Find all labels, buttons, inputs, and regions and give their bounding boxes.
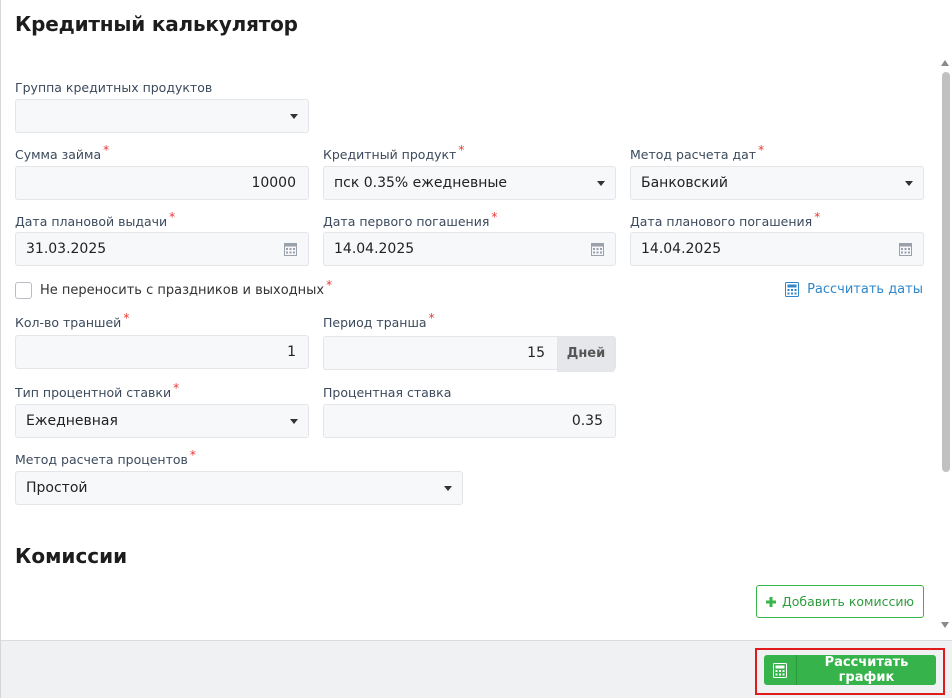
interest-method-label: Метод расчета процентов *: [15, 448, 196, 467]
calculator-icon: [764, 655, 797, 685]
rate-input[interactable]: 0.35: [323, 404, 616, 438]
chevron-down-icon: [290, 419, 298, 424]
plus-icon: [765, 596, 776, 607]
chevron-down-icon: [290, 114, 298, 119]
loan-amount-label: Сумма займа *: [15, 143, 110, 162]
tranche-count-value: 1: [287, 344, 296, 360]
add-commission-button[interactable]: Добавить комиссию: [756, 585, 924, 618]
add-commission-label: Добавить комиссию: [781, 594, 915, 609]
date-method-select[interactable]: Банковский: [630, 166, 924, 200]
chevron-down-icon: [905, 181, 913, 186]
calc-dates-label: Рассчитать даты: [807, 282, 923, 297]
commissions-title: Комиссии: [15, 544, 128, 568]
rate-type-label: Тип процентной ставки *: [15, 381, 180, 400]
rate-type-select[interactable]: Ежедневная: [15, 404, 309, 438]
loan-amount-input[interactable]: 10000: [15, 166, 309, 200]
scroll-down-arrow[interactable]: [941, 622, 949, 628]
product-group-select[interactable]: [15, 99, 309, 133]
calculator-icon: [785, 282, 800, 297]
interest-method-select[interactable]: Простой: [15, 471, 463, 505]
issue-date-input[interactable]: 31.03.2025: [15, 232, 309, 266]
issue-date-label: Дата плановой выдачи *: [15, 210, 176, 229]
chevron-down-icon: [444, 486, 452, 491]
credit-product-label: Кредитный продукт *: [323, 143, 465, 162]
tranche-period-unit: Дней: [557, 336, 615, 372]
date-method-value: Банковский: [641, 175, 728, 191]
tranche-count-input[interactable]: 1: [15, 335, 309, 369]
calc-schedule-label: Рассчитать график: [824, 655, 909, 685]
rate-value: 0.35: [571, 413, 603, 429]
repayment-date-label: Дата планового погашения *: [630, 210, 821, 229]
first-payment-date-label: Дата первого погашения *: [323, 210, 498, 229]
calendar-icon[interactable]: [284, 242, 297, 256]
tranche-count-label: Кол-во траншей *: [15, 311, 130, 330]
credit-product-select[interactable]: пск 0.35% ежедневные: [323, 166, 616, 200]
calc-dates-link[interactable]: Рассчитать даты: [785, 282, 923, 297]
calendar-icon[interactable]: [591, 242, 604, 256]
date-method-label: Метод расчета дат *: [630, 143, 765, 162]
no-holiday-shift-checkbox[interactable]: [15, 282, 32, 299]
tranche-period-value: 15: [527, 345, 545, 361]
rate-label: Процентная ставка: [323, 385, 452, 400]
tranche-period-input[interactable]: 15 Дней: [323, 336, 616, 372]
first-payment-date-value: 14.04.2025: [334, 241, 415, 257]
scroll-up-arrow[interactable]: [941, 60, 949, 66]
first-payment-date-input[interactable]: 14.04.2025: [323, 232, 616, 266]
interest-method-value: Простой: [26, 480, 88, 496]
no-holiday-shift-label: Не переносить с праздников и выходных *: [40, 278, 333, 298]
credit-calculator-modal: Кредитный калькулятор Группа кредитных п…: [0, 0, 952, 698]
issue-date-value: 31.03.2025: [26, 241, 107, 257]
page-title: Кредитный калькулятор: [15, 12, 298, 36]
credit-product-value: пск 0.35% ежедневные: [334, 175, 508, 191]
repayment-date-value: 14.04.2025: [641, 241, 722, 257]
calc-schedule-button[interactable]: Рассчитать график: [764, 655, 936, 685]
scrollbar-thumb[interactable]: [942, 72, 950, 472]
rate-type-value: Ежедневная: [26, 413, 118, 429]
product-group-label: Группа кредитных продуктов: [15, 80, 213, 95]
tranche-period-label: Период транша *: [323, 311, 435, 330]
chevron-down-icon: [597, 181, 605, 186]
calendar-icon[interactable]: [899, 242, 912, 256]
repayment-date-input[interactable]: 14.04.2025: [630, 232, 924, 266]
loan-amount-value: 10000: [251, 175, 296, 191]
